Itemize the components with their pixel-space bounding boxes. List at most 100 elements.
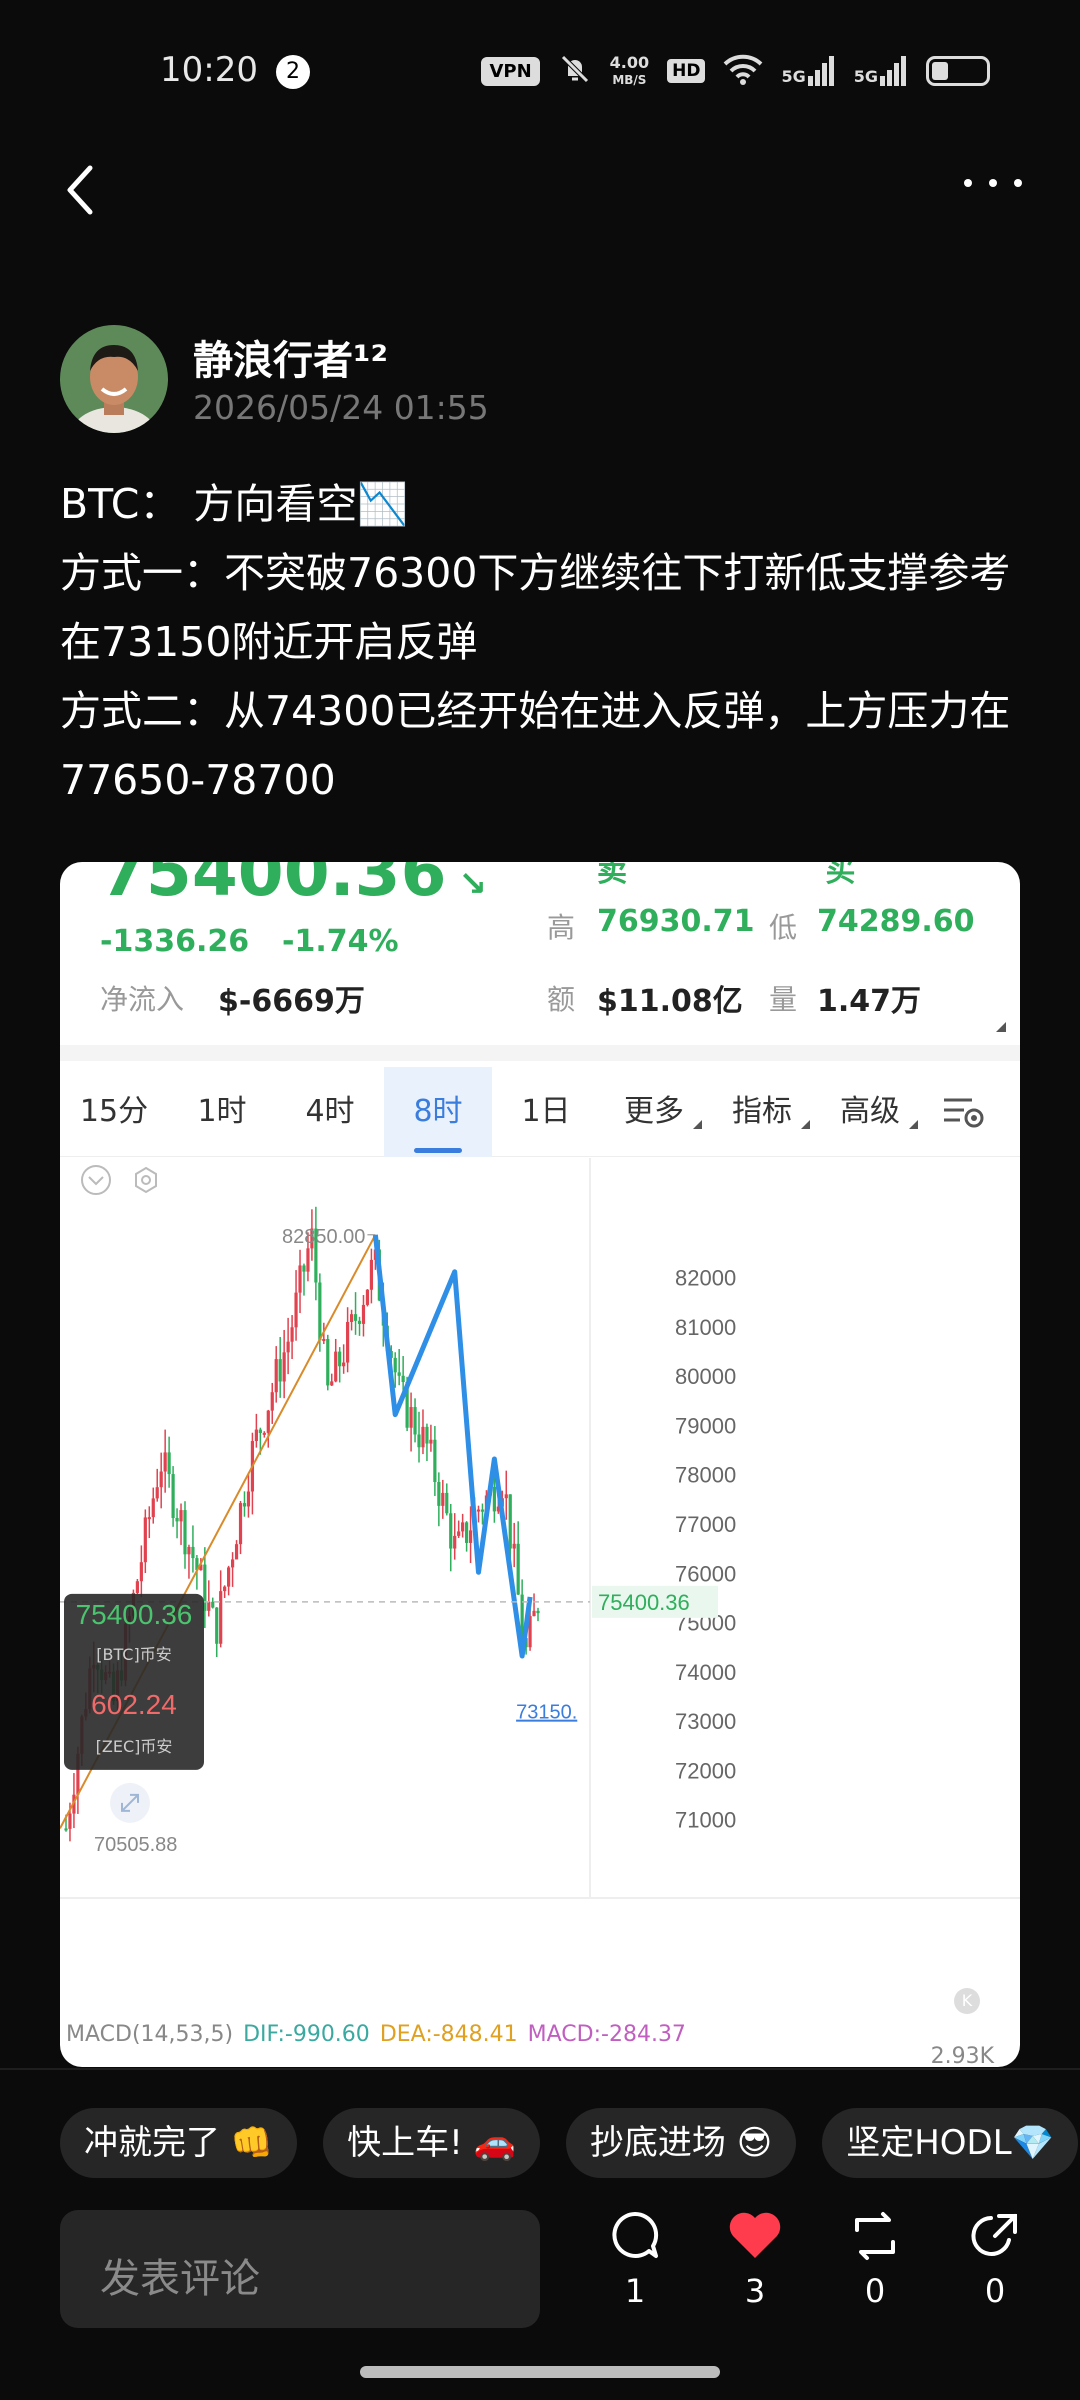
chip-reply[interactable]: 坚定HODL💎 [822,2108,1078,2178]
candle-body [409,1407,413,1428]
y-tick-label: 71000 [675,1808,736,1833]
network-speed: 4.00 MB/S [609,52,650,87]
more-options-button[interactable] [958,170,1028,210]
candle-body [298,1265,302,1293]
tab-advanced[interactable]: 高级 [816,1067,924,1157]
candle-body [508,1494,512,1549]
candle-body [476,1509,481,1512]
candle-body [421,1426,425,1448]
candle-body [353,1314,358,1321]
candle-body [155,1487,159,1499]
collapse-icon [81,1165,111,1195]
candle-body [219,1591,223,1644]
chart-screenshot-card[interactable]: 75400.36 ↘ 卖 买 -1336.26 -1.74% 净流入 $-666… [60,862,1020,2067]
chart-settings-icon[interactable] [924,1067,1004,1157]
high-value: 76930.71 [597,904,755,939]
share-count: 0 [984,2272,1006,2310]
tab-more[interactable]: 更多 [600,1067,708,1157]
candle-body [504,1494,508,1499]
wifi-icon [723,53,763,89]
comment-placeholder: 发表评论 [100,2256,260,2302]
candle-body [135,1581,139,1593]
low-value: 74289.60 [817,904,975,939]
repost-button[interactable]: 0 [830,2210,920,2310]
candle-body [147,1517,151,1520]
macd-value: MACD:-284.37 [527,2022,686,2047]
candle-body [207,1601,211,1611]
candle-body [246,1491,251,1507]
candle-body [234,1544,239,1560]
chip-reply[interactable]: 冲就完了 👊 [60,2108,298,2178]
candle-body [262,1432,266,1435]
volume-tick: 2.93K [930,2044,994,2067]
settings-hex-icon [135,1166,157,1194]
back-button[interactable] [60,160,120,220]
post-actions: 1 3 0 0 [590,2210,1050,2350]
candle-body [334,1351,338,1382]
tab-8h[interactable]: 8时 [384,1066,492,1157]
analysis-path-line [372,1234,533,1659]
candle-body [266,1410,270,1433]
tab-15m[interactable]: 15分 [60,1067,168,1157]
macd-label: MACD(14,53,5) [66,2022,234,2047]
status-icons: VPN 4.00 MB/S HD 5G 5G [481,52,990,90]
author-avatar[interactable] [60,325,168,433]
y-tick-label: 79000 [675,1413,736,1438]
comment-icon [612,2211,659,2258]
y-tick-label: 80000 [675,1364,736,1389]
post-content: BTC： 方向看空📉 方式一：不突破76300下方继续往下打新低支撑参考在731… [60,470,1020,815]
candle-body [361,1304,366,1324]
ticker-change: -1336.26 [100,924,250,959]
macd-legend: MACD(14,53,5) DIF:-990.60 DEA:-848.41 MACD:… [66,2022,696,2047]
heart-icon [729,2212,781,2258]
more-dots-icon [964,179,1022,187]
tab-1d[interactable]: 1日 [492,1067,600,1157]
candle-body [211,1601,215,1608]
like-button[interactable]: 3 [710,2210,800,2310]
candle-body [290,1327,294,1342]
settings-hex-dot [141,1175,151,1185]
inflow-label: 净流入 [100,983,185,1016]
candle-body [64,1828,68,1831]
candle-body [159,1471,163,1488]
chip-reply[interactable]: 抄底进场 😎 [565,2108,797,2178]
candle-body [357,1320,362,1324]
candle-body [163,1452,167,1472]
candle-body [258,1429,262,1434]
candle-body [171,1474,175,1518]
candle-body [453,1535,457,1549]
timeframe-tabs: 15分 1时 4时 8时 1日 更多 指标 高级 [60,1066,1020,1157]
candle-body [429,1439,433,1444]
candle-body [401,1375,405,1383]
candle-body [393,1357,397,1373]
chip-reply[interactable]: 快上车! 🚗 [323,2108,540,2178]
home-indicator [360,2366,720,2378]
candle-body [330,1381,334,1386]
candle-body [294,1292,298,1328]
author-name[interactable]: 静浪行者¹² [193,328,388,386]
y-tick-label: 82000 [675,1266,736,1291]
hd-icon: HD [667,59,706,83]
ticker-change-pct: -1.74% [282,924,399,959]
comment-button[interactable]: 1 [590,2210,680,2310]
notification-count-badge: 2 [276,55,310,89]
comment-count: 1 [624,2272,646,2310]
candle-body [322,1338,326,1341]
status-time: 10:20 [160,50,258,90]
tab-1h[interactable]: 1时 [168,1067,276,1157]
candle-body [306,1248,310,1272]
candle-body [286,1341,290,1353]
candle-body [326,1338,330,1386]
macd-dea: DEA:-848.41 [379,2022,518,2047]
candlestick-chart[interactable]: 8200081000800007900078000770007600075000… [60,1158,1020,1968]
down-arrow-icon: ↘ [446,864,487,904]
tab-indicators[interactable]: 指标 [708,1067,816,1157]
tab-4h[interactable]: 4时 [276,1067,384,1157]
support-label: 73150. [516,1702,577,1724]
candle-body [215,1607,219,1644]
candle-body [230,1559,235,1568]
share-button[interactable]: 0 [950,2210,1040,2310]
candle-body [270,1392,274,1411]
comment-input[interactable]: 发表评论 [60,2210,540,2328]
candle-body [512,1543,516,1549]
